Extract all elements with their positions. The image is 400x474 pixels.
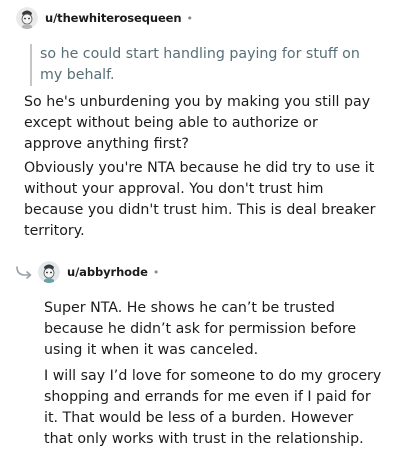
comment-paragraph: I will say I’d love for someone to do my… [44, 368, 382, 447]
avatar-icon[interactable] [38, 261, 60, 283]
comment-paragraph: Obviously you're NTA because he did try … [24, 160, 376, 239]
separator-dot: • [186, 11, 193, 25]
avatar-icon[interactable] [16, 7, 38, 29]
separator-dot: • [152, 265, 160, 279]
comment-paragraph: So he's unburdening you by making you st… [24, 94, 371, 152]
reply-arrow-icon [16, 266, 32, 279]
comment-paragraph: Super NTA. He shows he can’t be trusted … [44, 300, 357, 358]
blockquote: so he could start handling paying for st… [30, 44, 380, 86]
username-link[interactable]: u/abbyrhode [67, 265, 148, 279]
username-link[interactable]: u/thewhiterosequeen [45, 11, 182, 25]
comment-header: u/abbyrhode • [14, 258, 159, 286]
comment-header: u/thewhiterosequeen • [16, 4, 193, 32]
